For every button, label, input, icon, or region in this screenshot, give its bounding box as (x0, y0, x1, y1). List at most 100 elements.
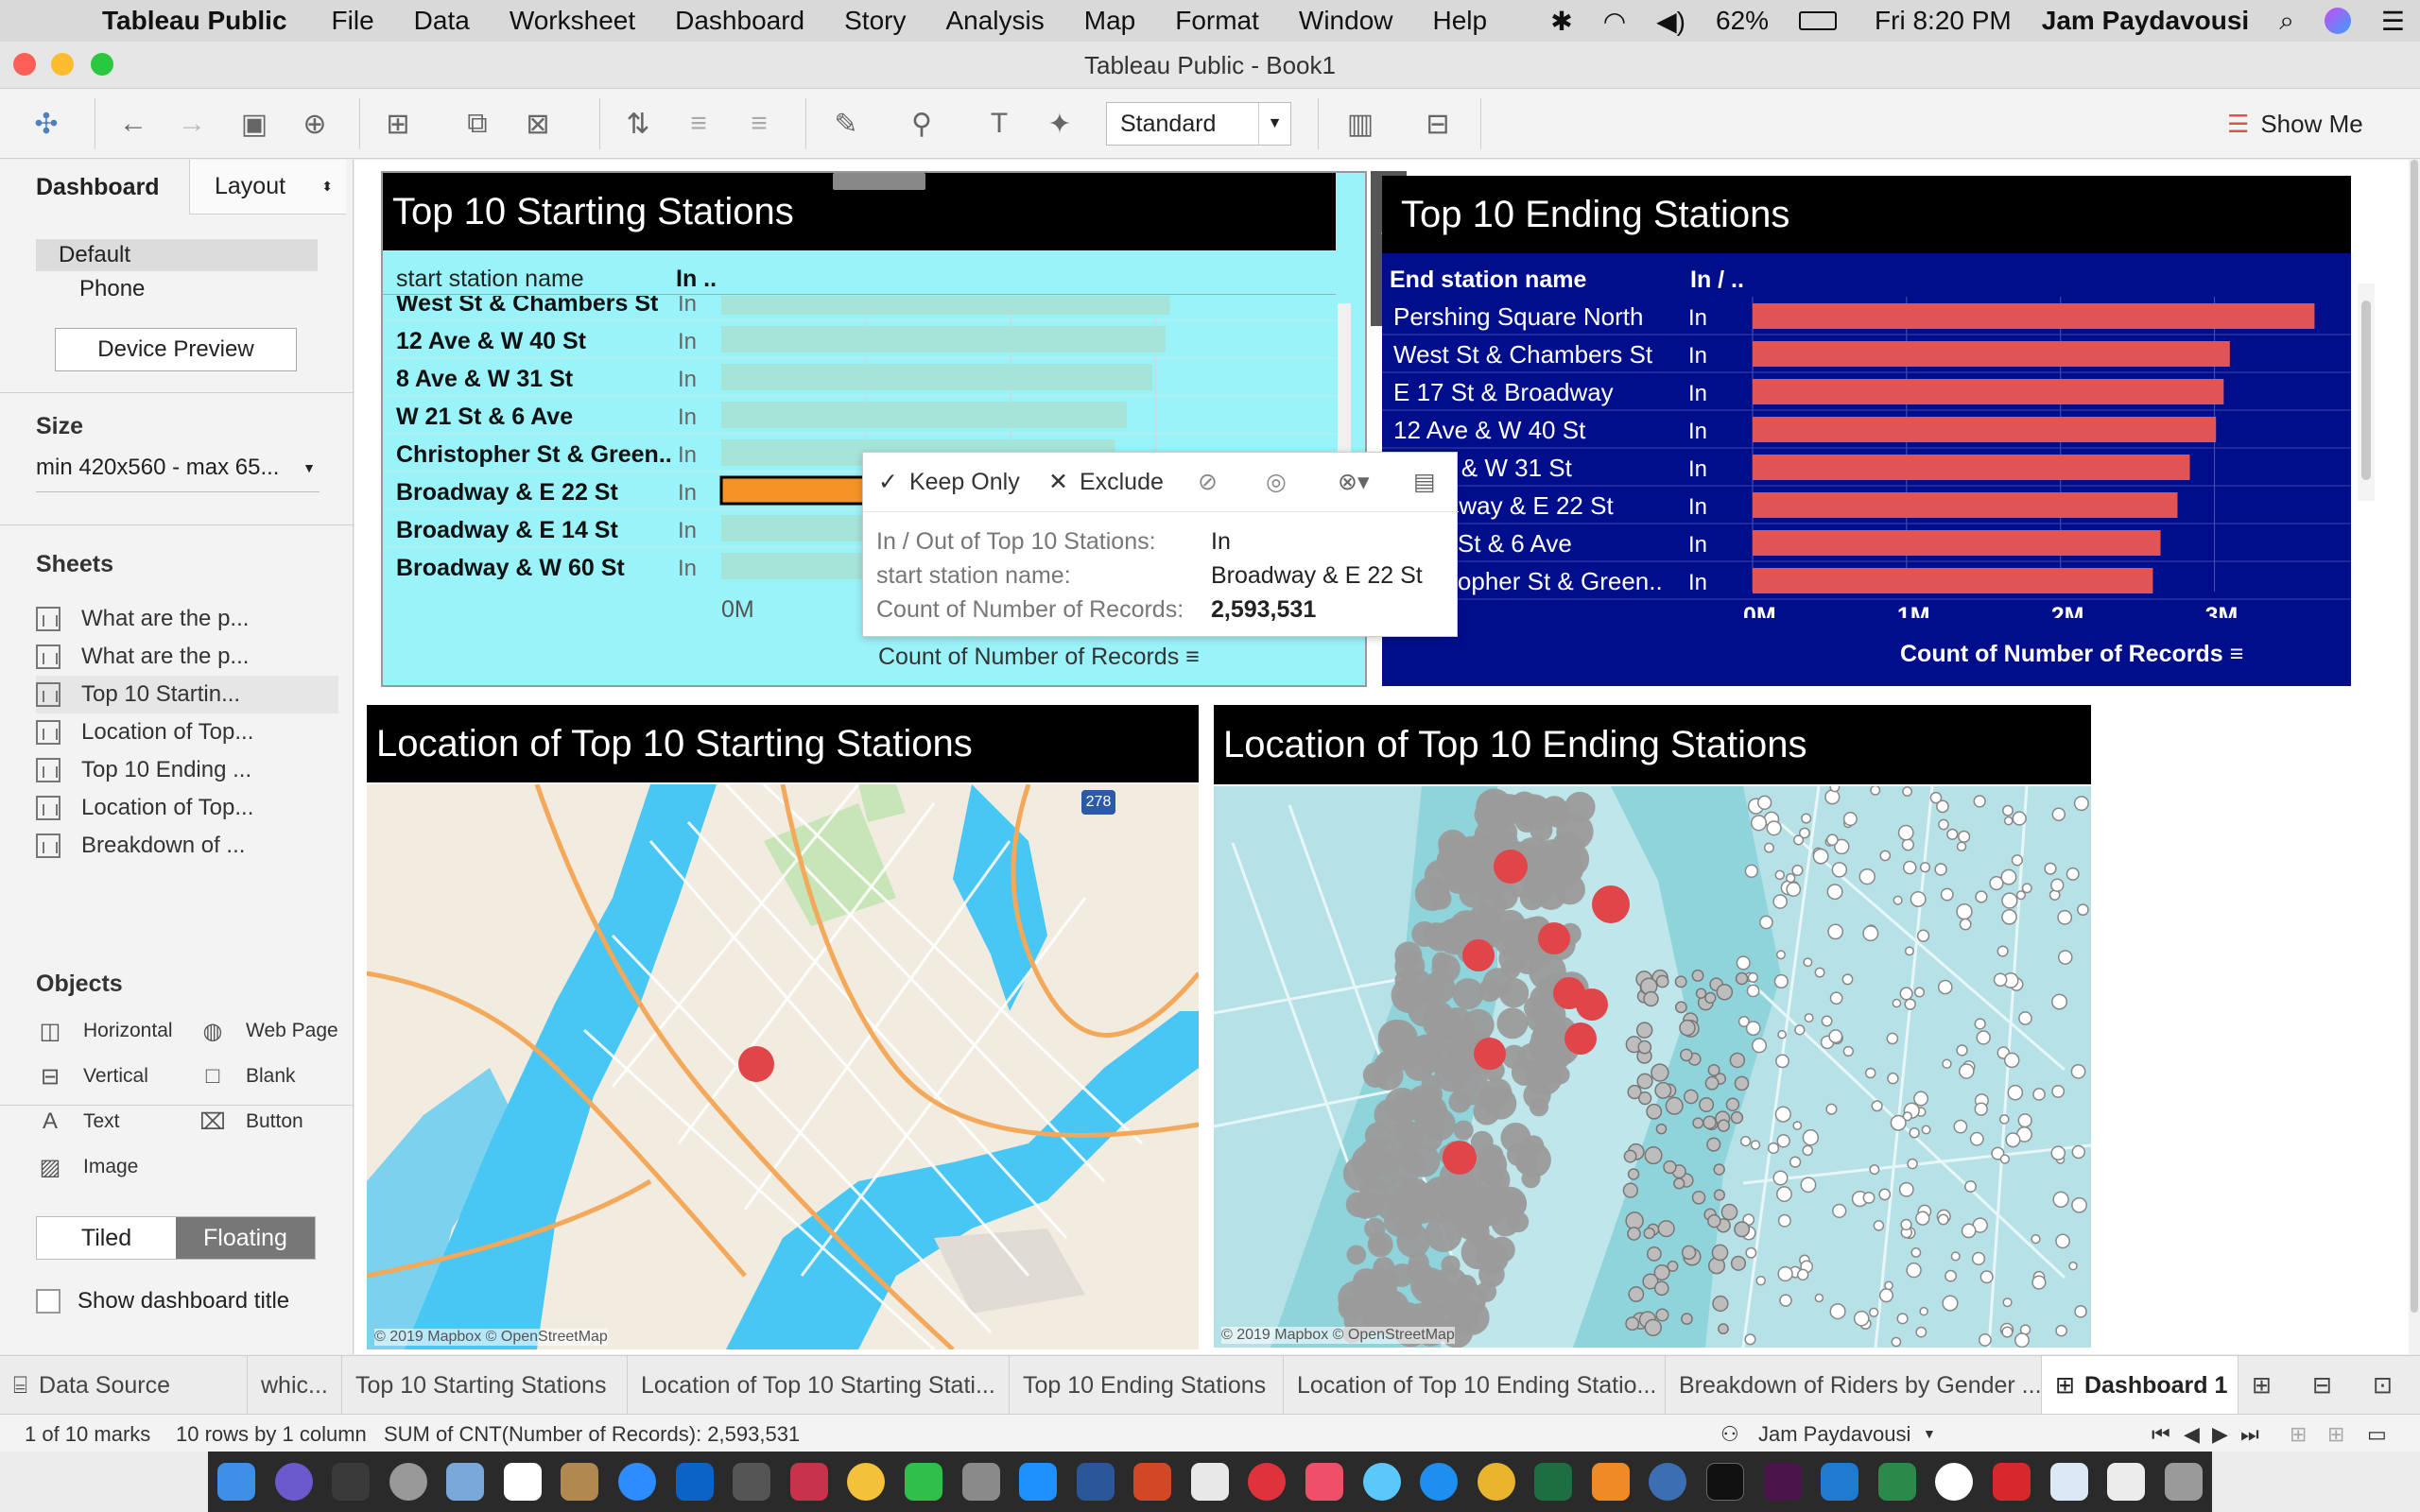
vertical-scrollbar[interactable] (2409, 160, 2420, 1354)
end-row-inout[interactable]: In (1688, 494, 1707, 520)
object-vertical[interactable]: ⊟ Vertical (36, 1057, 148, 1095)
station-dot[interactable] (1904, 998, 1916, 1010)
station-dot[interactable] (2071, 1144, 2085, 1160)
tableau-icon[interactable] (2049, 1463, 2088, 1501)
object-blank[interactable]: □ Blank (199, 1057, 296, 1095)
station-dot[interactable] (1906, 1262, 1922, 1279)
station-dot[interactable] (2000, 868, 2017, 885)
station-dot[interactable] (2021, 883, 2032, 894)
tab-sheet[interactable]: Location of Top 10 Starting Stati... (628, 1356, 1010, 1415)
station-dot[interactable] (1776, 1186, 1792, 1202)
station-dot[interactable] (1799, 827, 1810, 839)
end-bar[interactable] (1753, 417, 2217, 442)
station-dot[interactable] (1704, 991, 1717, 1005)
station-dot[interactable] (1919, 862, 1931, 873)
end-row-inout[interactable]: In (1688, 532, 1707, 558)
finder-icon[interactable] (217, 1463, 255, 1501)
station-dot[interactable] (2044, 862, 2057, 875)
station-dot[interactable] (1884, 1280, 1893, 1291)
station-dot[interactable] (1681, 1313, 1693, 1325)
device-preview-button[interactable]: Device Preview (55, 328, 297, 371)
station-dot[interactable] (1864, 1067, 1876, 1079)
station-dot[interactable] (1736, 955, 1751, 971)
station-dot[interactable] (1910, 890, 1927, 907)
station-dot[interactable] (1360, 1266, 1398, 1304)
station-dot[interactable] (1651, 1063, 1669, 1082)
tab-data-source[interactable]: ⌸ Data Source (0, 1356, 248, 1415)
fit-dropdown[interactable]: Standard ▼ (1106, 102, 1291, 146)
station-dot[interactable] (1913, 987, 1926, 998)
sheet-item[interactable]: Breakdown of ... (36, 827, 338, 865)
sort-icon[interactable]: ≡ (1185, 644, 1200, 670)
station-dot[interactable] (1622, 1182, 1638, 1198)
end-row-inout[interactable]: In (1688, 570, 1707, 595)
station-dot[interactable] (1802, 1129, 1820, 1146)
station-dot[interactable] (1635, 1022, 1653, 1039)
station-dot[interactable] (1937, 1213, 1949, 1226)
tab-sheet[interactable]: Top 10 Ending Stations (1010, 1356, 1284, 1415)
station-dot[interactable] (1791, 864, 1804, 877)
station-dot[interactable] (1384, 1087, 1420, 1123)
station-dot[interactable] (1699, 1096, 1715, 1112)
station-dot[interactable] (1712, 1295, 1729, 1313)
station-dot[interactable] (1547, 803, 1568, 823)
sort-icon[interactable]: ≡ (2230, 641, 2244, 667)
app-icon[interactable] (1190, 1463, 1229, 1501)
station-dot[interactable] (1996, 945, 2009, 957)
end-col-header-name[interactable]: End station name (1390, 266, 1586, 294)
station-dot[interactable] (1665, 1096, 1684, 1115)
save-icon[interactable]: ▣ (233, 102, 276, 146)
excel-icon[interactable] (1534, 1463, 1573, 1501)
station-dot[interactable] (1945, 1269, 1958, 1282)
station-dot[interactable] (1841, 973, 1854, 986)
start-col-header-inout[interactable]: In .. (676, 266, 717, 293)
station-dot[interactable] (2018, 1011, 2032, 1025)
start-row-inout[interactable]: In (678, 480, 697, 506)
end-bar[interactable] (1753, 492, 2178, 518)
station-dot[interactable] (2077, 903, 2089, 917)
redo-icon[interactable]: → (170, 102, 214, 146)
object-image[interactable]: ▨ Image (36, 1148, 139, 1186)
menu-analysis[interactable]: Analysis (945, 6, 1044, 36)
sheet-item[interactable]: Top 10 Startin... (36, 676, 338, 713)
show-mark-labels-icon[interactable]: T (977, 102, 1021, 146)
app-icon[interactable] (1877, 1463, 1916, 1501)
station-dot[interactable] (1425, 923, 1454, 952)
menu-dashboard[interactable]: Dashboard (675, 6, 804, 36)
station-dot[interactable] (1628, 1286, 1645, 1302)
station-dot[interactable] (1655, 1308, 1669, 1322)
new-worksheet-icon[interactable]: ⊞ (376, 102, 420, 146)
start-row-label[interactable]: Broadway & E 22 St (396, 479, 618, 506)
station-dot[interactable] (1704, 1075, 1720, 1091)
station-dot[interactable] (1496, 1007, 1529, 1040)
station-dot[interactable] (1946, 828, 1959, 840)
station-dot[interactable] (1858, 868, 1876, 885)
station-dot[interactable] (1706, 1137, 1721, 1152)
duplicate-sheet-icon[interactable]: ⧉ (456, 102, 499, 146)
music-icon[interactable] (1305, 1463, 1343, 1501)
station-dot[interactable] (2032, 1088, 2046, 1101)
map-credit[interactable]: © 2019 Mapbox © OpenStreetMap (1221, 1327, 1455, 1344)
keep-only-button[interactable]: ✓ Keep Only (878, 466, 1020, 498)
fix-axes-icon[interactable]: ✦ (1038, 102, 1081, 146)
station-dot[interactable] (2070, 1063, 2086, 1079)
word-icon[interactable] (1076, 1463, 1115, 1501)
station-dot[interactable] (1907, 1158, 1918, 1170)
station-dot[interactable] (1827, 923, 1844, 940)
map-credit[interactable]: © 2019 Mapbox © OpenStreetMap (374, 1329, 608, 1346)
station-dot[interactable] (1832, 1203, 1847, 1219)
station-dot-top10[interactable] (1592, 885, 1630, 923)
create-set-icon[interactable]: ◎ (1266, 466, 1287, 498)
end-row-label[interactable]: E 17 St & Broadway (1393, 378, 1614, 406)
status-user[interactable]: Jam Paydavousi (1758, 1422, 1910, 1447)
first-sheet-icon[interactable]: ⏮ (2152, 1422, 2170, 1447)
station-dot[interactable] (1902, 786, 1913, 797)
station-dot[interactable] (1555, 864, 1579, 888)
station-dot[interactable] (1772, 1170, 1789, 1186)
start-axis-label[interactable]: Count of Number of Records ≡ (878, 644, 1200, 671)
tab-dashboard[interactable]: Dashboard (0, 160, 189, 215)
station-dot[interactable] (2014, 1332, 2030, 1348)
station-dot[interactable] (1494, 919, 1531, 958)
station-dot[interactable] (1663, 1160, 1677, 1175)
station-dot[interactable] (2068, 1261, 2078, 1271)
